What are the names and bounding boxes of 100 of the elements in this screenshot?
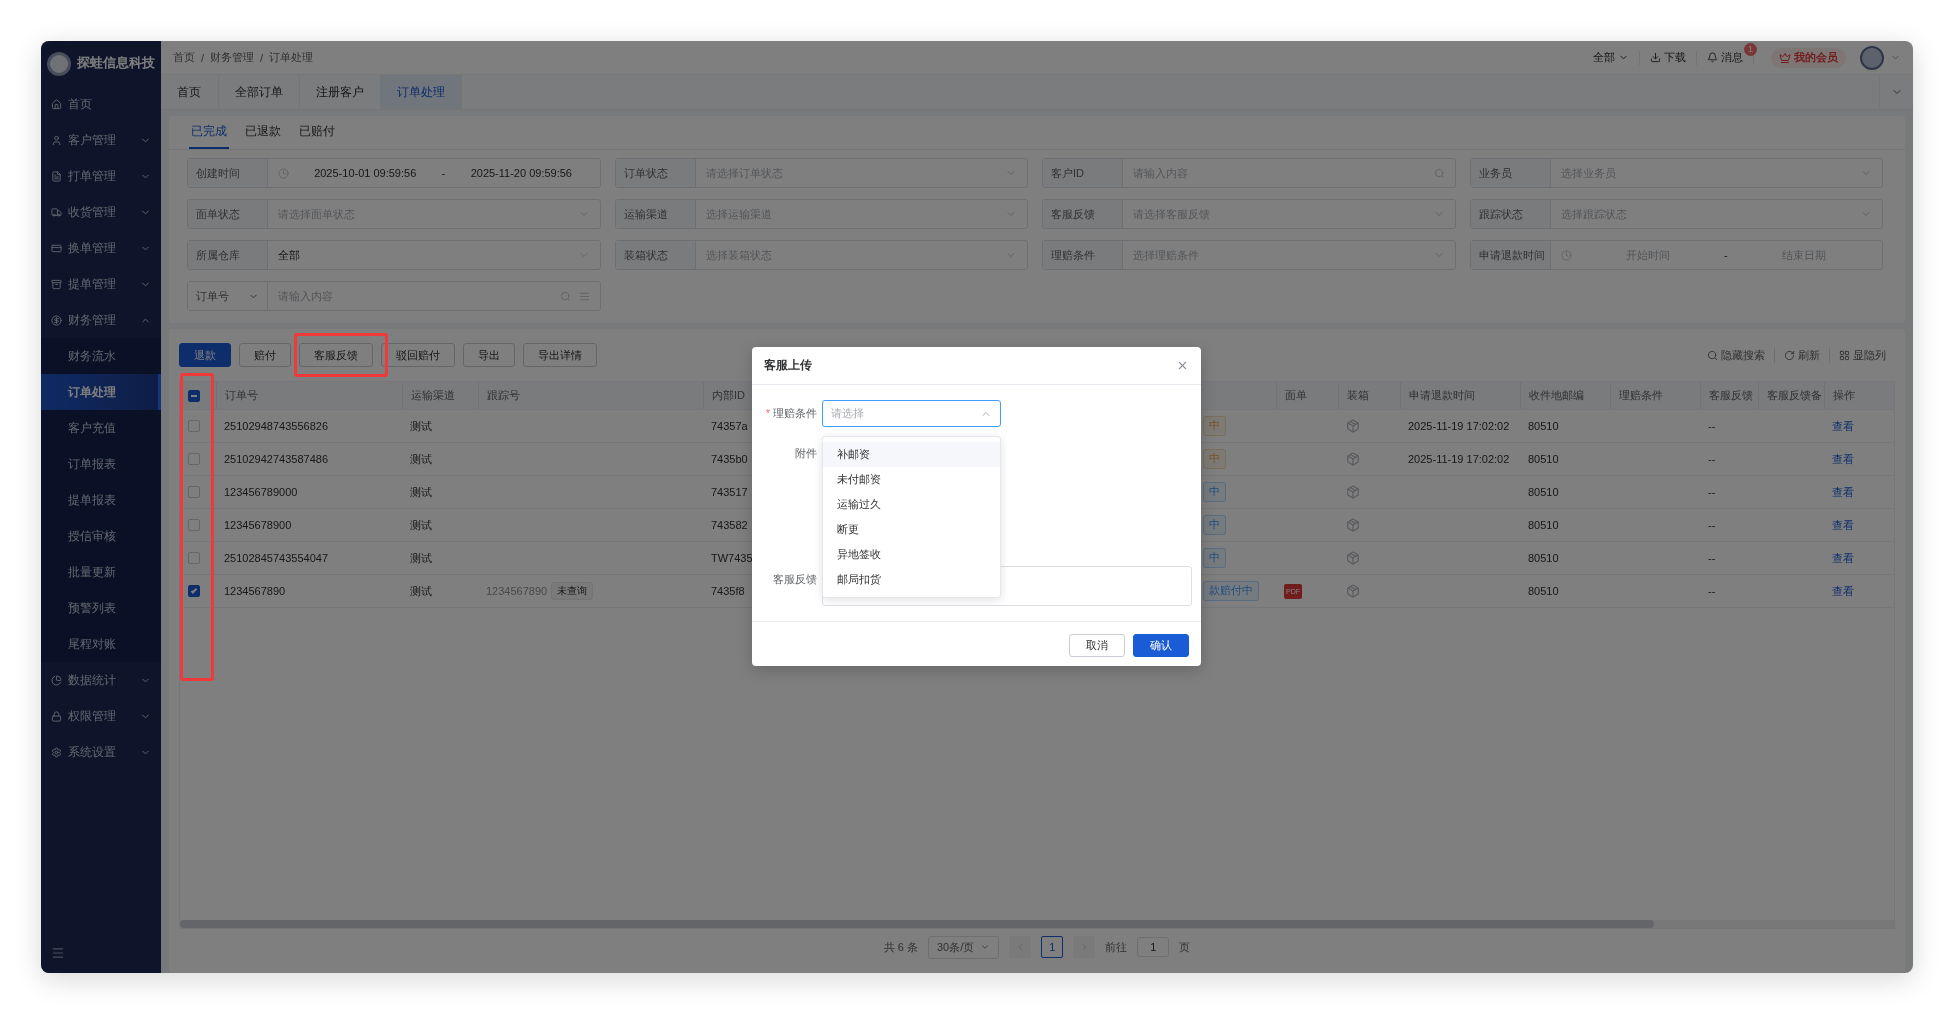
breadcrumb-separator: / <box>260 51 264 64</box>
action-button[interactable]: 赔付 <box>239 343 291 367</box>
field-label: 附件 <box>794 446 817 461</box>
search-icon <box>1707 349 1718 361</box>
page-tab[interactable]: 全部订单 <box>219 75 300 109</box>
sidebar-subitem[interactable]: 客户充值 <box>41 410 161 446</box>
sidebar-subitem[interactable]: 订单报表 <box>41 446 161 482</box>
page-unit-label: 页 <box>1179 939 1191 955</box>
dropdown-option[interactable]: 补邮资 <box>823 442 1000 467</box>
sidebar-subitem[interactable]: 订单处理 <box>41 374 161 410</box>
order-number: 12345678900 <box>224 519 292 531</box>
dropdown-option[interactable]: 未付邮资 <box>823 467 1000 492</box>
collapse-menu-icon[interactable] <box>51 946 65 960</box>
dropdown-option[interactable]: 断更 <box>823 517 1000 542</box>
sidebar-item[interactable]: 打单管理 <box>41 158 161 194</box>
page-tab[interactable]: 首页 <box>161 75 219 109</box>
sidebar-subitem[interactable]: 尾程对账 <box>41 626 161 662</box>
action-button[interactable]: 导出 <box>463 343 515 367</box>
sidebar-subitem[interactable]: 批量更新 <box>41 554 161 590</box>
dropdown-option[interactable]: 运输过久 <box>823 492 1000 517</box>
box-icon <box>1346 518 1360 532</box>
view-link[interactable]: 查看 <box>1832 418 1854 434</box>
field-label: * 理赔条件 <box>764 406 817 421</box>
page-tab[interactable]: 订单处理 <box>381 75 462 109</box>
sidebar-item[interactable]: 权限管理 <box>41 698 161 734</box>
goto-page-field[interactable]: 1 <box>1137 937 1170 957</box>
sidebar-item[interactable]: 财务管理 <box>41 302 161 338</box>
sidebar-item[interactable]: 首页 <box>41 86 161 122</box>
view-link[interactable]: 查看 <box>1832 583 1854 599</box>
column-header: 理赔条件 <box>1610 382 1700 409</box>
sidebar-item[interactable]: 数据统计 <box>41 662 161 698</box>
column-header: 面单 <box>1276 382 1338 409</box>
order-number: 123456789000 <box>224 486 298 498</box>
sidebar-subitem[interactable]: 授信审核 <box>41 518 161 554</box>
column-header: 装箱 <box>1338 382 1400 409</box>
bell-icon <box>1707 52 1718 63</box>
close-icon[interactable] <box>1176 359 1189 372</box>
status-tab[interactable]: 已赔付 <box>297 116 337 149</box>
dropdown-option[interactable]: 邮局扣货 <box>823 567 1000 592</box>
breadcrumb-link[interactable]: 订单处理 <box>269 50 314 65</box>
action-button[interactable]: 退款 <box>179 343 231 367</box>
feedback-text: -- <box>1708 453 1716 465</box>
goto-label: 前往 <box>1105 939 1128 955</box>
logo-icon <box>47 51 71 76</box>
sidebar-item[interactable]: 提单管理 <box>41 266 161 302</box>
table-tool-link[interactable]: 显隐列 <box>1829 347 1895 363</box>
table-tool-link[interactable]: 隐藏搜索 <box>1698 347 1774 363</box>
page-number[interactable]: 1 <box>1041 936 1064 958</box>
sidebar-item[interactable]: 系统设置 <box>41 734 161 770</box>
internal-id: 743517 <box>711 486 748 498</box>
feedback-text: -- <box>1708 420 1716 432</box>
status-tab[interactable]: 已退款 <box>243 116 283 149</box>
view-link[interactable]: 查看 <box>1832 550 1854 566</box>
order-number: 25102948743556826 <box>224 420 328 432</box>
row-checkbox[interactable] <box>188 585 200 597</box>
sidebar-item[interactable]: 客户管理 <box>41 122 161 158</box>
avatar[interactable] <box>1860 45 1884 70</box>
sidebar-item[interactable]: 收货管理 <box>41 194 161 230</box>
confirm-button[interactable]: 确认 <box>1133 634 1189 657</box>
channel-text: 测试 <box>410 484 432 500</box>
sidebar-subitem[interactable]: 预警列表 <box>41 590 161 626</box>
page-size-select[interactable]: 30条/页 <box>927 935 1000 959</box>
feedback-text: -- <box>1708 552 1716 564</box>
grid-icon <box>1839 349 1850 361</box>
status-tab[interactable]: 已完成 <box>189 116 229 149</box>
breadcrumb-link[interactable]: 财务管理 <box>210 50 255 65</box>
table-tool-link[interactable]: 刷新 <box>1774 347 1829 363</box>
message-count-badge: 1 <box>1744 43 1757 56</box>
box-icon <box>1346 419 1360 433</box>
sidebar-subitem[interactable]: 财务流水 <box>41 338 161 374</box>
box-icon <box>1346 551 1360 565</box>
view-link[interactable]: 查看 <box>1832 517 1854 533</box>
member-button[interactable]: 我的会员 <box>1771 47 1846 68</box>
channel-text: 测试 <box>410 451 432 467</box>
box-icon <box>1346 452 1360 466</box>
view-link[interactable]: 查看 <box>1832 484 1854 500</box>
tracking-status-tag: 未查询 <box>551 582 594 600</box>
action-button[interactable]: 驳回赔付 <box>381 343 455 367</box>
column-header: 订单号 <box>216 382 402 409</box>
view-link[interactable]: 查看 <box>1832 451 1854 467</box>
cancel-button[interactable]: 取消 <box>1069 634 1125 657</box>
action-button[interactable]: 导出详情 <box>523 343 597 367</box>
crown-icon <box>1779 51 1791 64</box>
horizontal-scrollbar[interactable] <box>180 920 1894 928</box>
channel-text: 测试 <box>410 550 432 566</box>
select-all-checkbox[interactable] <box>188 389 200 402</box>
dropdown-option[interactable]: 异地签收 <box>823 542 1000 567</box>
select-field[interactable]: 请选择 <box>822 400 1001 427</box>
field-label: 客服反馈 <box>772 572 817 587</box>
sidebar-item[interactable]: 换单管理 <box>41 230 161 266</box>
download-link[interactable]: 下载 <box>1640 50 1697 65</box>
scope-dropdown[interactable]: 全部 <box>1583 50 1640 65</box>
breadcrumb-link[interactable]: 首页 <box>173 50 195 65</box>
order-number: 25102942743587486 <box>224 453 328 465</box>
internal-id: 7435b0 <box>711 453 748 465</box>
zip-code: 80510 <box>1528 453 1559 465</box>
action-button[interactable]: 客服反馈 <box>299 343 373 367</box>
download-icon <box>1650 52 1661 63</box>
column-header: 客服反馈备 <box>1758 382 1824 409</box>
sidebar-subitem[interactable]: 提单报表 <box>41 482 161 518</box>
